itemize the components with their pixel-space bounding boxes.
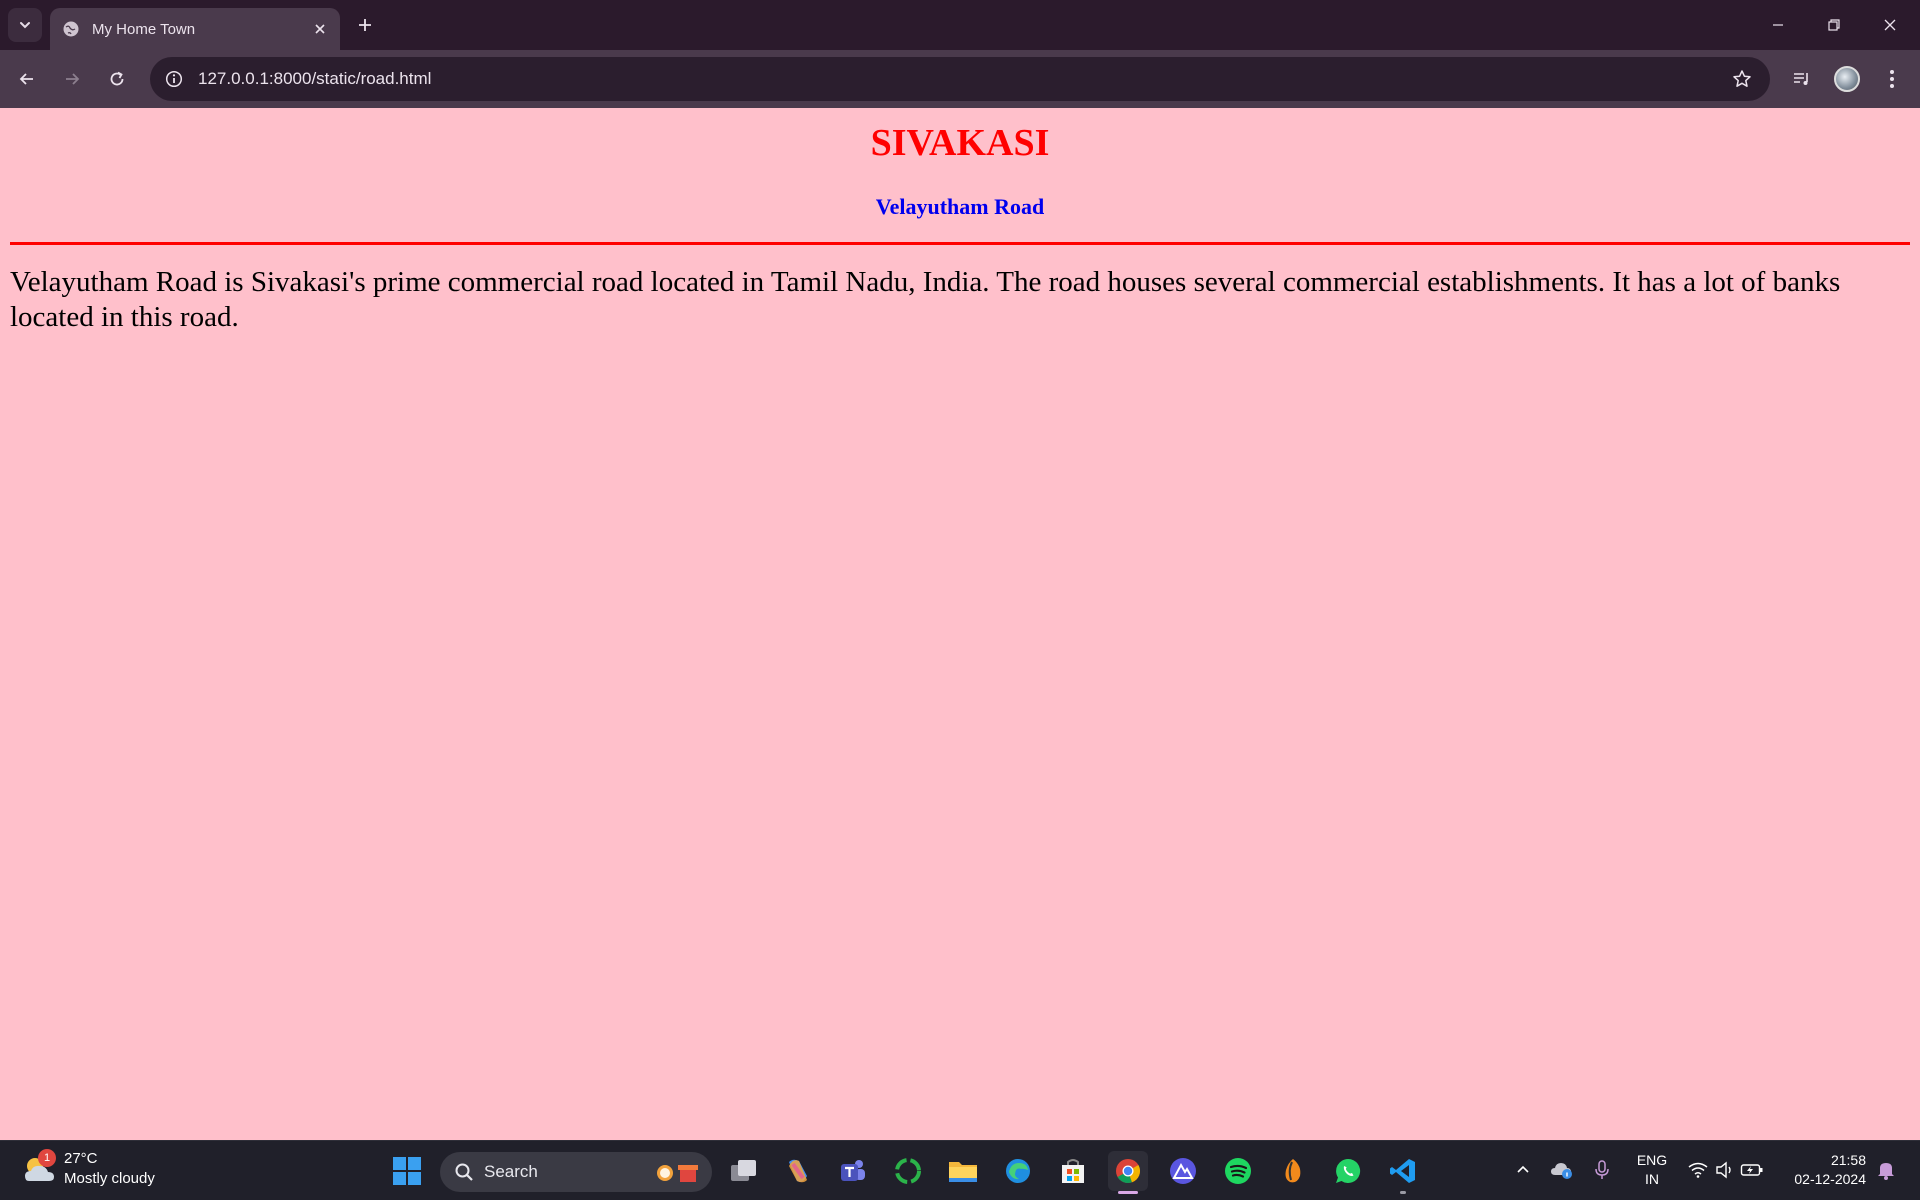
tab-close-button[interactable] — [306, 15, 334, 43]
minimize-button[interactable] — [1750, 0, 1806, 50]
forward-button[interactable] — [55, 62, 89, 96]
whatsapp-button[interactable] — [1328, 1151, 1368, 1191]
taskbar: 1 27°C Mostly cloudy Search ENG IN 21:58… — [0, 1140, 1920, 1200]
language-line2: IN — [1645, 1171, 1659, 1187]
folder-icon — [949, 1162, 977, 1182]
store-button[interactable] — [1053, 1151, 1093, 1191]
vscode-icon — [1390, 1159, 1415, 1183]
vscode-button[interactable] — [1383, 1151, 1423, 1191]
arrow-right-icon — [66, 73, 80, 85]
circle-app-icon — [895, 1158, 921, 1184]
mountain-app-icon — [1170, 1158, 1196, 1184]
battery-tray[interactable] — [1738, 1155, 1766, 1185]
search-label: Search — [484, 1162, 538, 1181]
fl-studio-button[interactable] — [1273, 1151, 1313, 1191]
taskbar-search[interactable]: Search — [440, 1152, 712, 1192]
mountain-app-button[interactable] — [1163, 1151, 1203, 1191]
store-icon — [1062, 1159, 1084, 1183]
tab-strip: My Home Town — [0, 0, 1920, 50]
minimize-icon — [1773, 24, 1783, 26]
divider — [10, 242, 1910, 245]
browser-toolbar: 127.0.0.1:8000/static/road.html — [0, 50, 1920, 108]
onedrive-tray[interactable] — [1548, 1155, 1576, 1185]
edge-button[interactable] — [998, 1151, 1038, 1191]
close-icon — [315, 24, 325, 34]
media-queue-icon — [1794, 73, 1808, 85]
profile-button[interactable] — [1830, 62, 1864, 96]
address-bar[interactable]: 127.0.0.1:8000/static/road.html — [150, 57, 1770, 101]
kebab-menu-icon — [1890, 70, 1894, 88]
weather-widget[interactable]: 1 27°C Mostly cloudy — [20, 1149, 155, 1189]
cloud-info-icon — [1551, 1163, 1572, 1179]
globe-icon — [62, 20, 80, 38]
page-subheading: Velayutham Road — [875, 194, 1045, 219]
menu-button[interactable] — [1875, 62, 1909, 96]
bell-icon — [1878, 1163, 1894, 1180]
file-explorer-button[interactable] — [943, 1151, 983, 1191]
site-info-icon[interactable] — [160, 65, 188, 93]
page-paragraph: Velayutham Road is Sivakasi's prime comm… — [10, 266, 1841, 333]
microphone-tray[interactable] — [1588, 1155, 1616, 1185]
edge-icon — [1006, 1159, 1030, 1183]
tab-search-button[interactable] — [8, 8, 42, 42]
clock-time: 21:58 — [1830, 1152, 1866, 1168]
copilot-icon — [789, 1159, 807, 1183]
microphone-icon — [1595, 1160, 1609, 1179]
url-text[interactable]: 127.0.0.1:8000/static/road.html — [198, 69, 1724, 89]
task-view-icon — [731, 1160, 756, 1181]
reload-button[interactable] — [100, 62, 134, 96]
notification-badge: 1 — [38, 1149, 56, 1167]
media-controls-button[interactable] — [1785, 62, 1819, 96]
close-icon — [1884, 19, 1896, 31]
wifi-icon — [1688, 1162, 1708, 1178]
restore-button[interactable] — [1806, 0, 1862, 50]
language-line1: ENG — [1636, 1152, 1668, 1168]
wifi-tray[interactable] — [1684, 1155, 1712, 1185]
close-window-button[interactable] — [1862, 0, 1918, 50]
volume-tray[interactable] — [1711, 1155, 1739, 1185]
copilot-button[interactable] — [778, 1151, 818, 1191]
weather-condition: Mostly cloudy — [64, 1170, 155, 1187]
notification-button[interactable] — [1872, 1155, 1900, 1185]
chevron-down-icon — [20, 22, 30, 29]
plus-icon — [359, 19, 371, 31]
chrome-active-indicator — [1118, 1191, 1138, 1194]
cloudy-weather-icon: 1 — [20, 1149, 60, 1189]
teams-button[interactable] — [833, 1151, 873, 1191]
bookmark-star-icon[interactable] — [1724, 61, 1760, 97]
vscode-running-indicator — [1400, 1191, 1406, 1194]
speaker-icon — [1716, 1161, 1731, 1179]
circle-app-button[interactable] — [888, 1151, 928, 1191]
fl-studio-icon — [1285, 1159, 1301, 1183]
whatsapp-icon — [1336, 1158, 1361, 1183]
show-hidden-icons-button[interactable] — [1509, 1155, 1537, 1185]
chrome-button[interactable] — [1108, 1151, 1148, 1191]
search-icon — [455, 1163, 473, 1181]
windows-start-icon — [393, 1157, 421, 1185]
new-tab-button[interactable] — [350, 10, 380, 40]
avatar — [1834, 66, 1860, 92]
web-page: SIVAKASI Velayutham Road Velayutham Road… — [0, 108, 1920, 1140]
task-view-button[interactable] — [724, 1151, 764, 1191]
weather-text: 27°C Mostly cloudy — [64, 1149, 155, 1189]
search-highlight-icon — [657, 1165, 698, 1182]
tab-title: My Home Town — [92, 20, 196, 38]
arrow-left-icon — [19, 73, 33, 85]
spotify-icon — [1225, 1158, 1251, 1184]
restore-icon — [1828, 19, 1840, 31]
back-button[interactable] — [10, 62, 44, 96]
clock-date: 02-12-2024 — [1794, 1171, 1866, 1187]
tab-active[interactable]: My Home Town — [50, 8, 340, 50]
language-indicator[interactable]: ENG IN — [1632, 1151, 1672, 1189]
weather-temperature: 27°C — [64, 1150, 98, 1167]
start-button[interactable] — [387, 1151, 427, 1191]
reload-icon — [110, 71, 124, 86]
teams-icon — [841, 1160, 865, 1181]
battery-charging-icon — [1740, 1164, 1763, 1176]
spotify-button[interactable] — [1218, 1151, 1258, 1191]
taskbar-clock[interactable]: 21:58 02-12-2024 — [1778, 1151, 1866, 1189]
page-heading: SIVAKASI — [870, 122, 1050, 164]
chevron-up-icon — [1517, 1165, 1529, 1173]
chrome-icon — [1116, 1159, 1140, 1183]
